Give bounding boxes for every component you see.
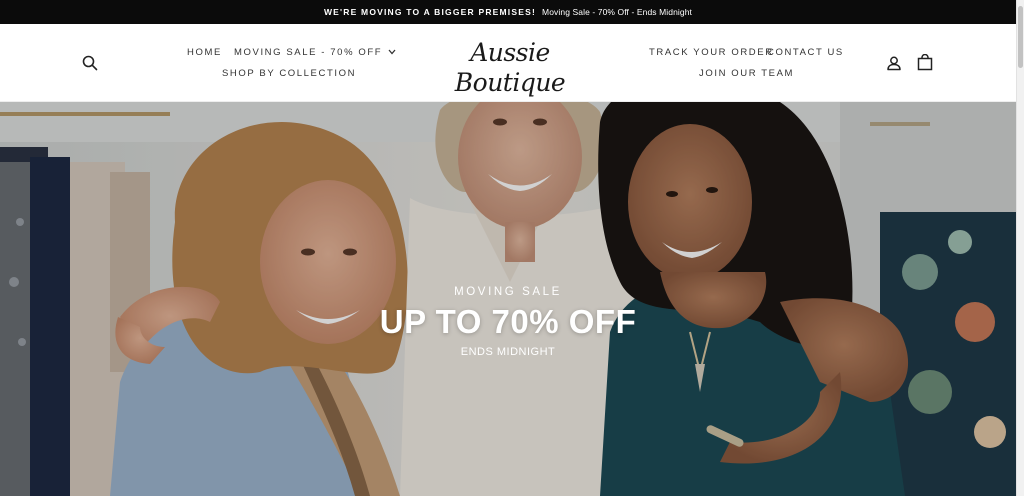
scrollbar-thumb[interactable] [1018,6,1023,68]
hero-banner[interactable]: MOVING SALE UP TO 70% OFF ENDS MIDNIGHT [0,102,1016,496]
nav-moving-sale-label: MOVING SALE - 70% OFF [234,47,383,59]
nav-track-order[interactable]: TRACK YOUR ORDER [649,47,774,58]
nav-shop-by-collection[interactable]: SHOP BY COLLECTION [222,68,356,79]
announcement-detail-text: Moving Sale - 70% Off - Ends Midnight [542,7,693,17]
account-icon[interactable] [885,54,903,72]
logo-script: Aussie Boutique [454,38,566,97]
hero-headline: UP TO 70% OFF [379,303,637,340]
page-scrollbar[interactable] [1016,0,1024,496]
chevron-down-icon [388,47,396,58]
announcement-bar: WE'RE MOVING TO A BIGGER PREMISES! Movin… [0,0,1016,24]
nav-contact-us[interactable]: CONTACT US [767,47,844,58]
hero-subline: ENDS MIDNIGHT [460,346,556,358]
site-logo[interactable]: Aussie Boutique MELBOURNE [412,38,608,109]
nav-join-our-team[interactable]: JOIN OUR TEAM [699,68,794,79]
announcement-bold-text: WE'RE MOVING TO A BIGGER PREMISES! [323,7,537,17]
site-header: HOME MOVING SALE - 70% OFF SHOP BY COLLE… [0,24,1016,109]
cart-icon[interactable] [916,53,934,71]
hero-eyebrow: MOVING SALE [454,286,562,298]
nav-home[interactable]: HOME [187,47,222,58]
nav-moving-sale[interactable]: MOVING SALE - 70% OFF [234,47,396,58]
search-icon[interactable] [81,54,99,72]
hero-text-block: MOVING SALE UP TO 70% OFF ENDS MIDNIGHT [0,286,1016,358]
